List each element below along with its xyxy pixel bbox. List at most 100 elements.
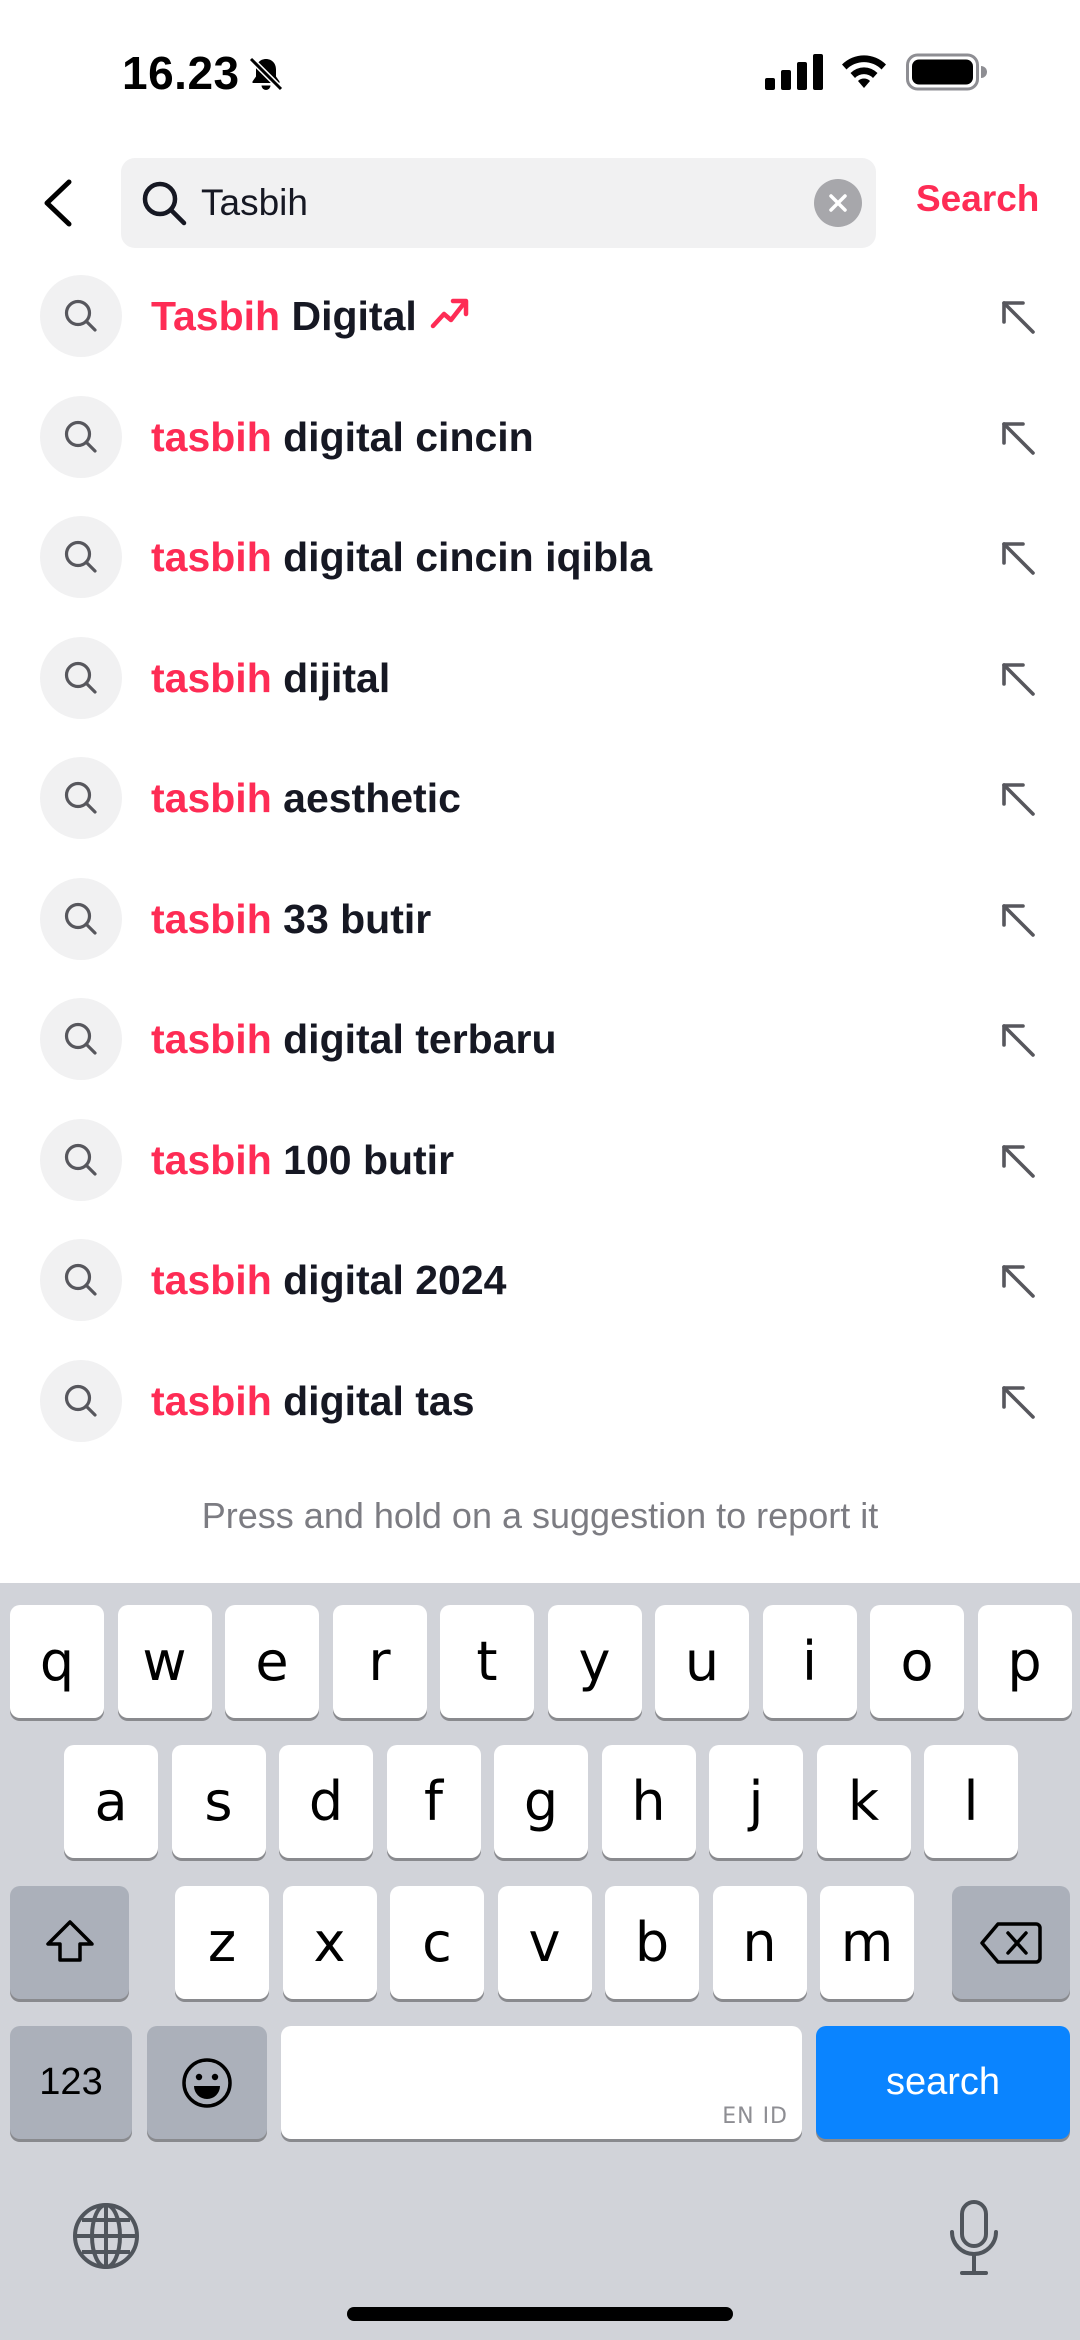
key-e[interactable]: e [225, 1605, 319, 1718]
search-button[interactable]: Search [916, 178, 1039, 220]
chevron-left-icon [44, 179, 72, 227]
suggestion-item[interactable]: tasbih digital terbaru [0, 979, 1080, 1100]
key-k[interactable]: k [816, 1745, 911, 1858]
suggestion-item[interactable]: tasbih digital cincin [0, 377, 1080, 498]
suggestion-text: tasbih digital cincin [151, 377, 534, 497]
suggestion-rest: digital cincin iqibla [271, 534, 653, 580]
suggestion-text: tasbih aesthetic [151, 738, 461, 858]
suggestion-highlight: tasbih [151, 413, 272, 460]
suggestion-rest: Digital [280, 293, 417, 339]
key-j[interactable]: j [709, 1745, 803, 1858]
key-c[interactable]: c [390, 1886, 484, 1999]
search-icon-circle [40, 877, 122, 960]
suggestion-highlight: tasbih [151, 895, 272, 942]
suggestion-rest: digital cincin [271, 413, 534, 460]
suggestion-highlight: tasbih [151, 1377, 272, 1424]
suggestion-item[interactable]: tasbih digital tas [0, 1341, 1080, 1462]
search-icon-circle [40, 998, 122, 1080]
globe-icon[interactable] [70, 2200, 142, 2272]
search-icon-circle [40, 1239, 122, 1321]
fill-query-arrow-icon[interactable] [995, 535, 1041, 581]
search-icon-circle [40, 1359, 122, 1442]
suggestion-rest: 100 butir [271, 1136, 455, 1183]
suggestion-text: tasbih digital cincin iqibla [151, 497, 652, 617]
fill-query-arrow-icon[interactable] [995, 294, 1041, 340]
suggestion-item[interactable]: tasbih digital 2024 [0, 1220, 1080, 1341]
backspace-key[interactable] [952, 1886, 1070, 1999]
fill-query-arrow-icon[interactable] [995, 1379, 1041, 1425]
fill-query-arrow-icon[interactable] [995, 1017, 1041, 1063]
key-r[interactable]: r [332, 1605, 427, 1718]
search-input[interactable] [201, 158, 801, 248]
emoji-icon [182, 2057, 232, 2108]
search-icon-circle [40, 757, 122, 839]
key-d[interactable]: d [279, 1745, 373, 1858]
clear-search-button[interactable] [814, 179, 862, 227]
key-w[interactable]: w [117, 1605, 212, 1718]
emoji-key[interactable] [147, 2026, 267, 2139]
suggestion-item[interactable]: Tasbih Digital [0, 256, 1080, 377]
key-t[interactable]: t [440, 1605, 534, 1718]
suggestion-item[interactable]: tasbih digital cincin iqibla [0, 497, 1080, 618]
key-g[interactable]: g [494, 1745, 588, 1858]
search-icon-circle [40, 516, 122, 598]
key-p[interactable]: p [977, 1605, 1072, 1718]
key-b[interactable]: b [605, 1886, 699, 1999]
key-v[interactable]: v [497, 1886, 592, 1999]
suggestion-text: tasbih dijital [151, 618, 390, 738]
fill-query-arrow-icon[interactable] [995, 897, 1041, 943]
key-h[interactable]: h [601, 1745, 696, 1858]
key-s[interactable]: s [171, 1745, 266, 1858]
key-x[interactable]: x [282, 1886, 377, 1999]
suggestion-item[interactable]: tasbih dijital [0, 618, 1080, 739]
search-icon [142, 181, 187, 226]
key-z[interactable]: z [175, 1886, 269, 1999]
key-i[interactable]: i [762, 1605, 857, 1718]
clear-icon [829, 194, 847, 212]
key-n[interactable]: n [712, 1886, 807, 1999]
numbers-key[interactable]: 123 [10, 2026, 132, 2139]
key-y[interactable]: y [547, 1605, 642, 1718]
fill-query-arrow-icon[interactable] [995, 415, 1041, 461]
suggestion-highlight: tasbih [151, 534, 272, 580]
backspace-icon [980, 1921, 1042, 1964]
search-bar[interactable] [121, 158, 876, 248]
fill-query-arrow-icon[interactable] [995, 1138, 1041, 1184]
fill-query-arrow-icon[interactable] [995, 776, 1041, 822]
shift-key[interactable] [10, 1886, 129, 1999]
search-icon-circle [40, 1118, 122, 1201]
search-icon [64, 299, 97, 332]
suggestion-item[interactable]: tasbih 100 butir [0, 1100, 1080, 1221]
key-q[interactable]: q [10, 1605, 104, 1718]
report-hint: Press and hold on a suggestion to report… [201, 1495, 879, 1536]
key-m[interactable]: m [820, 1886, 914, 1999]
cellular-signal-icon [765, 54, 823, 90]
keyboard: q w e r t y u i o p a s d f g h j k l z x c v b n m 123 EN ID search [0, 1583, 1080, 2340]
fill-query-arrow-icon[interactable] [995, 1258, 1041, 1304]
search-icon [64, 1022, 97, 1055]
fill-query-arrow-icon[interactable] [995, 656, 1041, 702]
search-icon [64, 1263, 97, 1296]
search-icon [64, 661, 97, 694]
search-icon [64, 902, 97, 935]
key-u[interactable]: u [655, 1605, 749, 1718]
search-icon [64, 1143, 97, 1176]
trending-icon [430, 298, 469, 329]
key-a[interactable]: a [64, 1745, 158, 1858]
status-time: 16.23 [122, 47, 240, 99]
suggestion-text: Tasbih Digital [151, 256, 471, 376]
suggestion-item[interactable]: tasbih aesthetic [0, 738, 1080, 859]
wifi-icon [842, 55, 886, 88]
search-key[interactable]: search [816, 2026, 1070, 2139]
suggestion-item[interactable]: tasbih 33 butir [0, 859, 1080, 980]
suggestion-text: tasbih 100 butir [151, 1100, 454, 1220]
space-key[interactable]: EN ID [281, 2026, 802, 2139]
back-button[interactable] [30, 168, 86, 238]
keyboard-language-label: EN ID [722, 2104, 788, 2129]
key-l[interactable]: l [924, 1745, 1018, 1858]
suggestion-highlight: tasbih [151, 1257, 272, 1303]
key-f[interactable]: f [386, 1745, 481, 1858]
search-icon [64, 1384, 97, 1417]
microphone-icon[interactable] [944, 2198, 1004, 2278]
key-o[interactable]: o [870, 1605, 964, 1718]
